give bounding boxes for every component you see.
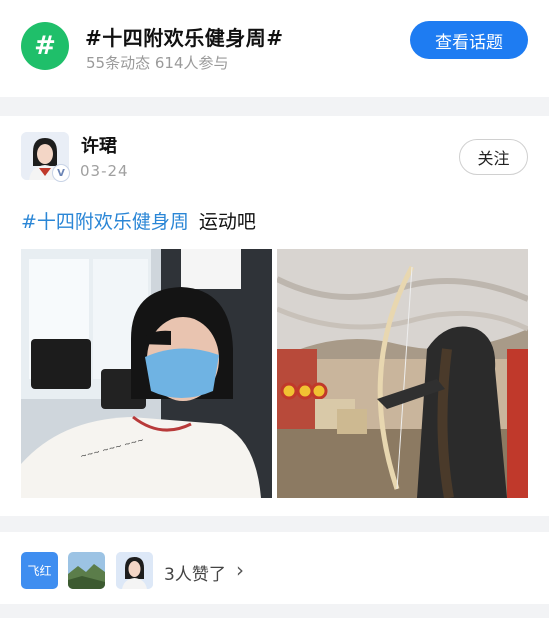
- landscape-avatar-icon: [68, 552, 105, 589]
- topic-stats: 55条动态 614人参与: [86, 54, 229, 72]
- person-avatar-icon: [116, 552, 153, 589]
- post-card: V 许珺 03-24 关注 #十四附欢乐健身周 运动吧 ~~~ ~~~ ~~~: [0, 116, 549, 516]
- likes-summary[interactable]: 3人赞了: [164, 560, 226, 585]
- follow-button[interactable]: 关注: [459, 139, 528, 175]
- hashtag-icon: #: [21, 22, 69, 70]
- chevron-right-icon[interactable]: ›: [236, 558, 244, 582]
- post-date: 03-24: [80, 162, 129, 180]
- liker-avatar[interactable]: 飞红: [21, 552, 58, 589]
- post-image-selfie[interactable]: ~~~ ~~~ ~~~: [21, 249, 272, 498]
- liker-avatar-landscape[interactable]: [68, 552, 105, 589]
- view-topic-button[interactable]: 查看话题: [410, 21, 528, 59]
- verified-badge-icon: V: [52, 164, 70, 182]
- post-body-text: 运动吧: [198, 211, 256, 233]
- selfie-photo-image: ~~~ ~~~ ~~~: [21, 249, 272, 498]
- archery-photo-image: [277, 249, 528, 498]
- topic-header: # #十四附欢乐健身周# 55条动态 614人参与 查看话题: [0, 0, 549, 97]
- likes-row[interactable]: 飞红 3人赞了 ›: [0, 532, 549, 604]
- post-image-archery[interactable]: [277, 249, 528, 498]
- post-hashtag-link[interactable]: #十四附欢乐健身周: [21, 211, 189, 233]
- author-name[interactable]: 许珺: [81, 132, 117, 158]
- post-content: #十四附欢乐健身周 运动吧: [21, 207, 256, 234]
- liker-avatar-person[interactable]: [116, 552, 153, 589]
- topic-title: #十四附欢乐健身周#: [85, 26, 284, 50]
- topic-detail-page: # #十四附欢乐健身周# 55条动态 614人参与 查看话题 V 许珺 03-2…: [0, 0, 549, 618]
